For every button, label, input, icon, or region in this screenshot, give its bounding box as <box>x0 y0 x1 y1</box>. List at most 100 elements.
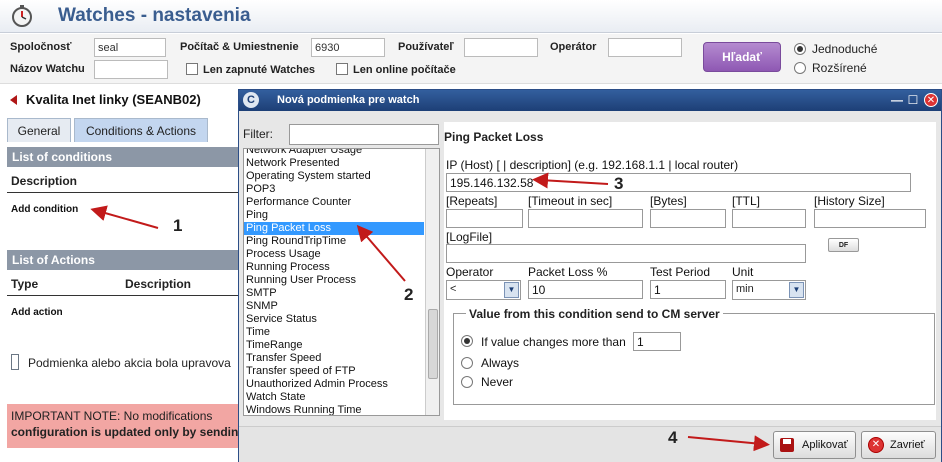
conditions-header: List of conditions <box>7 147 238 167</box>
unit-select[interactable]: min ▼ <box>732 280 806 300</box>
dialog-title: Nová podmienka pre watch <box>277 94 420 106</box>
timeout-label: [Timeout in sec] <box>528 194 613 208</box>
condition-type-items: Network Adapter Usage Network Presented Op… <box>244 149 439 415</box>
repeats-input[interactable] <box>446 209 523 228</box>
user-label: Používateľ <box>398 41 454 53</box>
condition-type-item[interactable]: Ping RoundTripTime <box>244 235 424 248</box>
condition-type-item[interactable]: Network Presented <box>244 157 424 170</box>
condition-type-item[interactable]: Service Status <box>244 313 424 326</box>
condition-params-panel: Ping Packet Loss IP (Host) [ | descripti… <box>444 122 936 420</box>
condition-type-item[interactable]: Network Adapter Usage <box>244 149 424 157</box>
condition-type-item[interactable]: Operating System started <box>244 170 424 183</box>
only-enabled-label: Len zapnuté Watches <box>203 64 316 76</box>
timeout-input[interactable] <box>528 209 643 228</box>
df-button[interactable]: DF <box>828 238 859 252</box>
condition-type-item[interactable]: Running User Process <box>244 274 424 287</box>
maximize-icon[interactable]: ☐ <box>906 93 920 107</box>
computer-input[interactable] <box>311 38 385 57</box>
condition-type-item[interactable]: Unauthorized Admin Process <box>244 378 424 391</box>
annotation-arrow-1 <box>90 205 159 229</box>
dialog-button-bar: Aplikovať ✕ Zavrieť <box>239 426 941 462</box>
tab-conditions-actions[interactable]: Conditions & Actions <box>74 118 208 142</box>
company-input[interactable] <box>94 38 166 57</box>
actions-divider <box>7 295 238 296</box>
opt-changes-radio[interactable] <box>461 335 473 347</box>
packet-loss-label: Packet Loss % <box>528 265 608 279</box>
condition-type-item[interactable]: TimeRange <box>244 339 424 352</box>
condition-type-item[interactable]: Ping Packet Loss <box>244 222 424 235</box>
mode-simple-radio[interactable] <box>794 43 806 55</box>
opt-never-radio[interactable] <box>461 376 473 388</box>
chevron-down-icon[interactable]: ▼ <box>504 282 519 298</box>
back-arrow-icon[interactable] <box>10 95 20 105</box>
ip-label: IP (Host) [ | description] (e.g. 192.168… <box>446 158 739 172</box>
watch-name-input[interactable] <box>94 60 168 79</box>
only-online-checkbox[interactable] <box>336 63 348 75</box>
tab-general[interactable]: General <box>7 118 71 142</box>
watch-title: Kvalita Inet linky (SEANB02) <box>26 92 201 107</box>
annotation-2: 2 <box>404 285 414 304</box>
user-input[interactable] <box>464 38 538 57</box>
apply-button[interactable]: Aplikovať <box>773 431 856 459</box>
add-condition-link[interactable]: Add condition <box>11 204 78 215</box>
only-enabled-checkbox[interactable] <box>186 63 198 75</box>
annotation-3: 3 <box>614 174 624 193</box>
computer-label: Počítač & Umiestnenie <box>180 41 299 53</box>
opt-always-radio[interactable] <box>461 357 473 369</box>
condition-type-item[interactable]: Process Usage <box>244 248 424 261</box>
condition-type-item[interactable]: Watch State <box>244 391 424 404</box>
operator-input[interactable] <box>608 38 682 57</box>
operator-label: Operátor <box>550 41 597 53</box>
chevron-down-icon[interactable]: ▼ <box>789 282 804 298</box>
operator-select-value: < <box>450 283 457 295</box>
conditions-divider <box>7 192 238 193</box>
filter-label: Filter: <box>243 127 273 141</box>
modified-checkbox[interactable] <box>11 354 19 370</box>
condition-type-item[interactable]: SNMP <box>244 300 424 313</box>
condition-type-item[interactable]: Transfer Speed <box>244 352 424 365</box>
packet-loss-input[interactable] <box>528 280 643 299</box>
stopwatch-icon <box>12 5 32 27</box>
close-icon[interactable]: ✕ <box>924 93 938 107</box>
bytes-input[interactable] <box>650 209 726 228</box>
operator-field-label: Operator <box>446 265 494 279</box>
close-label: Zavrieť <box>890 439 925 451</box>
ttl-input[interactable] <box>732 209 806 228</box>
condition-type-item[interactable]: POP3 <box>244 183 424 196</box>
condition-type-item[interactable]: Time <box>244 326 424 339</box>
operator-select[interactable]: < ▼ <box>446 280 521 300</box>
filter-input[interactable] <box>289 124 439 145</box>
scrollbar-thumb[interactable] <box>428 309 438 379</box>
search-button[interactable]: Hľadať <box>703 42 781 72</box>
history-size-label: [History Size] <box>814 194 885 208</box>
list-scrollbar[interactable] <box>425 149 439 415</box>
company-label: Spoločnosť <box>10 41 72 53</box>
modified-note: Podmienka alebo akcia bola upravova <box>28 356 231 370</box>
dialog-titlebar[interactable]: C Nová podmienka pre watch — ☐ ✕ <box>239 90 941 111</box>
close-button[interactable]: ✕ Zavrieť <box>861 431 936 459</box>
condition-type-item[interactable]: Performance Counter <box>244 196 424 209</box>
only-online-label: Len online počítače <box>353 64 456 76</box>
history-size-input[interactable] <box>814 209 926 228</box>
condition-type-item[interactable]: Running Process <box>244 261 424 274</box>
unit-label: Unit <box>732 265 754 279</box>
watch-name-label: Názov Watchu <box>10 63 85 75</box>
condition-type-item[interactable]: Windows Running Time <box>244 404 424 415</box>
mode-simple-label: Jednoduché <box>812 42 878 56</box>
condition-type-list[interactable]: Network Adapter Usage Network Presented Op… <box>243 148 440 416</box>
condition-type-item[interactable]: Transfer speed of FTP <box>244 365 424 378</box>
ip-input[interactable] <box>446 173 911 192</box>
test-period-input[interactable] <box>650 280 726 299</box>
mode-extended-radio[interactable] <box>794 62 806 74</box>
minimize-icon[interactable]: — <box>890 93 904 107</box>
add-action-link[interactable]: Add action <box>11 307 63 318</box>
important-note: IMPORTANT NOTE: No modifications configu… <box>7 404 238 448</box>
condition-type-item[interactable]: SMTP <box>244 287 424 300</box>
annotation-1: 1 <box>173 216 183 235</box>
actions-col-description: Description <box>125 277 192 291</box>
opt-changes-input[interactable] <box>633 332 681 351</box>
actions-header: List of Actions <box>7 250 238 270</box>
logfile-input[interactable] <box>446 244 806 263</box>
send-value-group-title: Value from this condition send to CM ser… <box>466 307 723 321</box>
condition-type-item[interactable]: Ping <box>244 209 424 222</box>
